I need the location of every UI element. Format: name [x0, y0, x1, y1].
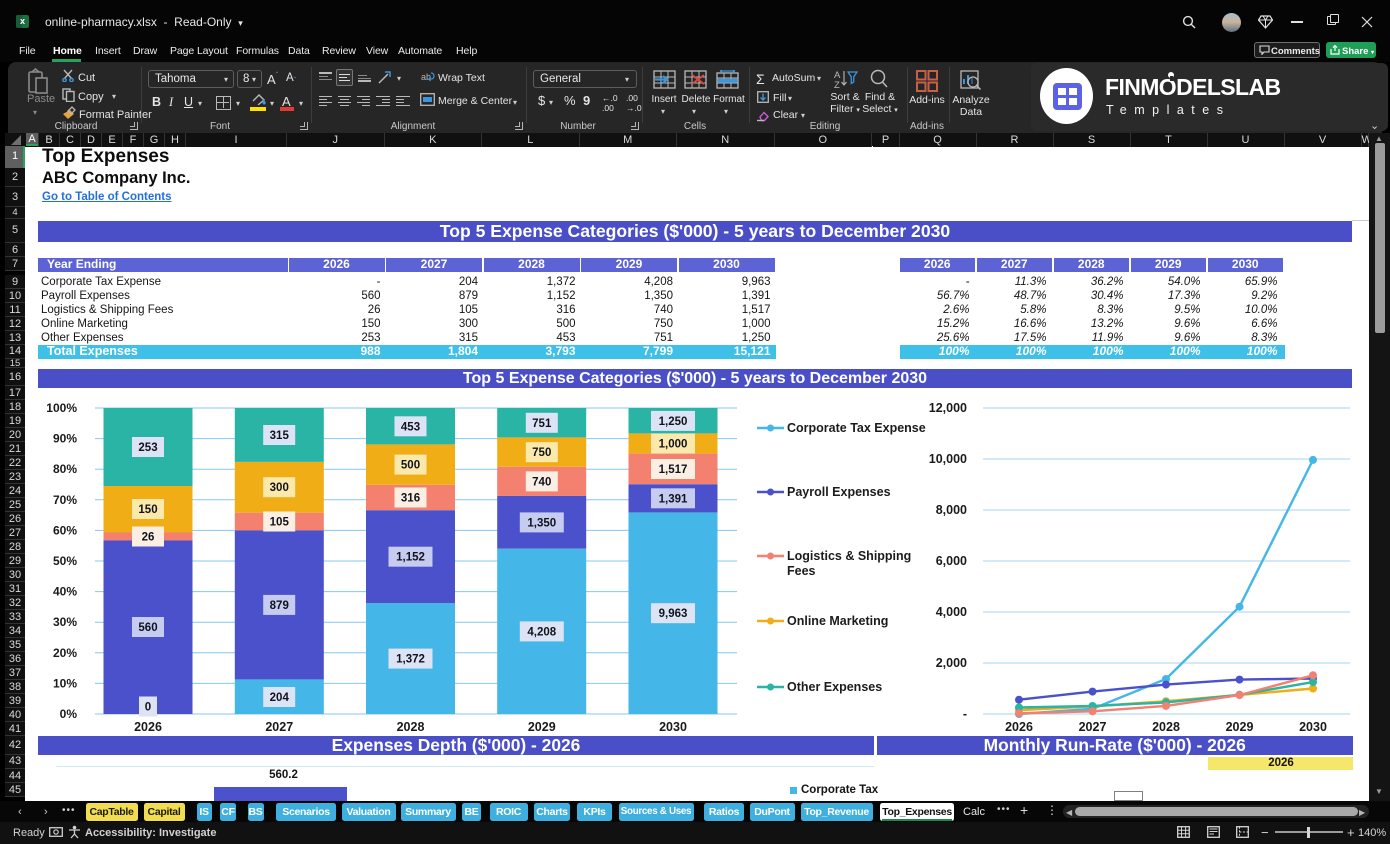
- svg-text:740: 740: [532, 476, 551, 488]
- svg-text:9,963: 9,963: [659, 608, 688, 620]
- svg-text:6,000: 6,000: [936, 554, 967, 568]
- svg-text:1,517: 1,517: [659, 464, 688, 476]
- svg-text:1,000: 1,000: [659, 439, 688, 451]
- svg-text:Payroll Expenses: Payroll Expenses: [787, 485, 891, 499]
- svg-text:2030: 2030: [659, 720, 687, 734]
- svg-text:4,000: 4,000: [936, 605, 967, 619]
- svg-text:500: 500: [401, 460, 420, 472]
- svg-text:2026: 2026: [134, 720, 162, 734]
- svg-text:Other Expenses: Other Expenses: [787, 680, 882, 694]
- svg-text:50%: 50%: [53, 554, 77, 568]
- svg-text:750: 750: [532, 447, 551, 459]
- svg-text:Logistics & Shipping: Logistics & Shipping: [787, 549, 911, 563]
- svg-text:20%: 20%: [53, 646, 77, 660]
- svg-text:30%: 30%: [53, 615, 77, 629]
- svg-text:751: 751: [532, 418, 552, 430]
- svg-text:Corporate Tax Expense: Corporate Tax Expense: [787, 421, 926, 435]
- svg-text:316: 316: [401, 493, 420, 505]
- svg-text:105: 105: [270, 517, 290, 529]
- svg-text:0%: 0%: [60, 707, 78, 721]
- svg-text:26: 26: [142, 532, 155, 544]
- svg-text:2029: 2029: [528, 720, 556, 734]
- svg-text:4,208: 4,208: [527, 626, 556, 638]
- svg-text:8,000: 8,000: [936, 503, 967, 517]
- svg-text:2027: 2027: [1079, 720, 1107, 734]
- svg-text:-: -: [963, 707, 967, 721]
- svg-text:150: 150: [138, 504, 157, 516]
- svg-text:2028: 2028: [1152, 720, 1180, 734]
- svg-text:10%: 10%: [53, 676, 77, 690]
- svg-text:10,000: 10,000: [929, 452, 967, 466]
- svg-text:2028: 2028: [397, 720, 425, 734]
- svg-text:300: 300: [270, 482, 289, 494]
- svg-text:2029: 2029: [1226, 720, 1254, 734]
- svg-text:0: 0: [145, 702, 151, 714]
- svg-text:253: 253: [138, 442, 157, 454]
- svg-text:1,152: 1,152: [396, 552, 425, 564]
- svg-text:2,000: 2,000: [936, 656, 967, 670]
- svg-text:40%: 40%: [53, 585, 77, 599]
- svg-text:1,350: 1,350: [527, 517, 556, 529]
- svg-text:Fees: Fees: [787, 564, 816, 578]
- svg-text:12,000: 12,000: [929, 401, 967, 415]
- svg-text:100%: 100%: [46, 401, 77, 415]
- svg-text:1,391: 1,391: [659, 493, 688, 505]
- svg-text:2030: 2030: [1299, 720, 1327, 734]
- svg-text:60%: 60%: [53, 523, 77, 537]
- svg-text:315: 315: [270, 430, 290, 442]
- svg-text:453: 453: [401, 421, 420, 433]
- svg-text:90%: 90%: [53, 432, 77, 446]
- svg-text:70%: 70%: [53, 493, 77, 507]
- svg-text:204: 204: [270, 692, 290, 704]
- svg-text:1,250: 1,250: [659, 416, 688, 428]
- svg-text:2027: 2027: [265, 720, 293, 734]
- svg-text:2026: 2026: [1005, 720, 1033, 734]
- svg-text:1,372: 1,372: [396, 654, 425, 666]
- svg-text:Online Marketing: Online Marketing: [787, 614, 888, 628]
- svg-text:560: 560: [138, 622, 157, 634]
- svg-text:879: 879: [270, 600, 289, 612]
- svg-text:80%: 80%: [53, 462, 77, 476]
